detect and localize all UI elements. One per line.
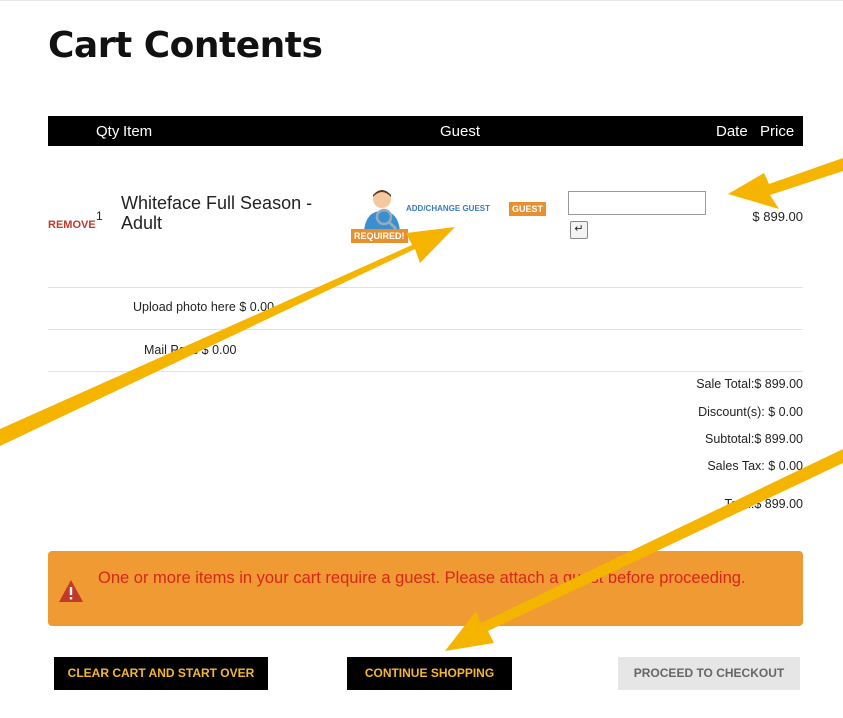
date-input[interactable] bbox=[568, 191, 706, 215]
guest-avatar-icon[interactable] bbox=[360, 187, 404, 231]
cart-item-row: REMOVE 1 Whiteface Full Season - Adult R… bbox=[48, 147, 803, 287]
guest-tag-badge: GUEST bbox=[509, 202, 547, 216]
row-divider bbox=[48, 329, 803, 330]
proceed-to-checkout-button[interactable]: PROCEED TO CHECKOUT bbox=[618, 657, 800, 690]
clear-cart-button[interactable]: CLEAR CART AND START OVER bbox=[54, 657, 268, 690]
guest-required-badge: REQUIRED! bbox=[351, 229, 408, 243]
extra-mail-pass: Mail Pass $ 0.00 bbox=[144, 343, 237, 357]
cart-table-header: Qty Item Guest Date Price bbox=[48, 116, 803, 146]
header-item: Item bbox=[123, 123, 153, 140]
grand-total: Total:$ 899.00 bbox=[724, 497, 803, 511]
alert-message: One or more items in your cart require a… bbox=[98, 569, 746, 587]
header-qty: Qty bbox=[96, 123, 120, 140]
header-price: Price bbox=[760, 123, 795, 140]
discounts: Discount(s): $ 0.00 bbox=[698, 405, 803, 419]
row-divider bbox=[48, 287, 803, 288]
header-guest: Guest bbox=[440, 123, 481, 140]
item-name: Whiteface Full Season - Adult bbox=[121, 193, 313, 233]
warning-icon bbox=[59, 580, 83, 602]
sales-tax: Sales Tax: $ 0.00 bbox=[707, 459, 803, 473]
extra-upload-photo: Upload photo here $ 0.00 bbox=[133, 300, 275, 314]
page-title: Cart Contents bbox=[48, 25, 323, 66]
add-change-guest-link[interactable]: ADD/CHANGE GUEST bbox=[406, 204, 490, 213]
page-frame: Cart Contents Qty Item Guest Date Price … bbox=[0, 0, 843, 717]
continue-shopping-button[interactable]: CONTINUE SHOPPING bbox=[347, 657, 512, 690]
header-date: Date bbox=[716, 123, 748, 140]
date-enter-button[interactable]: ↵ bbox=[570, 221, 588, 239]
remove-item-link[interactable]: REMOVE bbox=[48, 219, 96, 231]
row-divider bbox=[48, 371, 803, 372]
sale-total: Sale Total:$ 899.00 bbox=[696, 377, 803, 391]
item-quantity: 1 bbox=[96, 209, 103, 223]
subtotal: Subtotal:$ 899.00 bbox=[705, 432, 803, 446]
item-price: $ 899.00 bbox=[752, 209, 803, 224]
guest-required-alert: One or more items in your cart require a… bbox=[48, 551, 803, 626]
